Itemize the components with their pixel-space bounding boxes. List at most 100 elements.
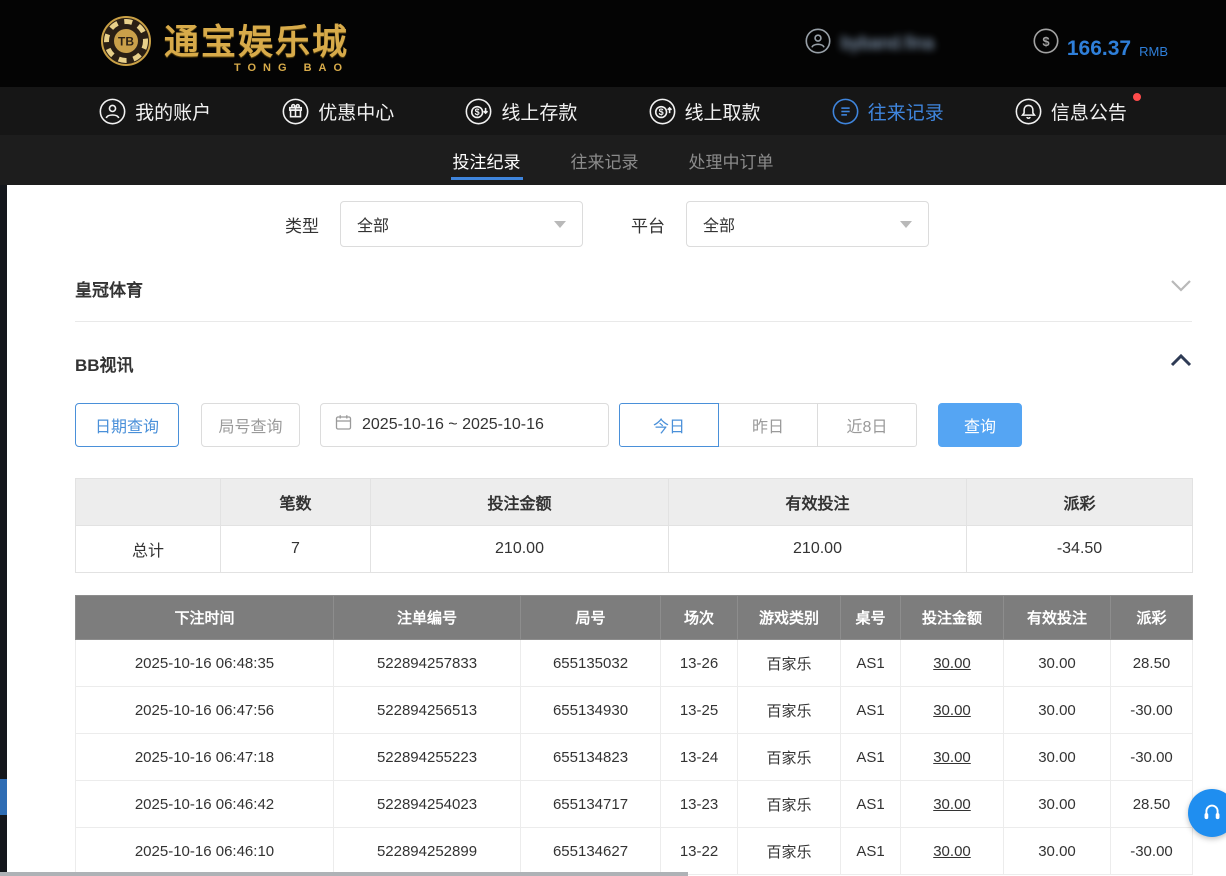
yesterday-button[interactable]: 昨日 (718, 403, 818, 447)
bet-amount-link[interactable]: 30.00 (901, 687, 1004, 734)
bet-amount-link[interactable]: 30.00 (901, 781, 1004, 828)
nav-item-withdraw[interactable]: $ 线上取款 (649, 98, 761, 125)
nav-label: 优惠中心 (318, 98, 394, 125)
deposit-icon: $ (465, 98, 492, 125)
balance[interactable]: $ 166.37 RMB (1033, 28, 1168, 59)
game-type-cell: 百家乐 (738, 734, 841, 781)
payout-cell: 28.50 (1111, 781, 1193, 828)
table-no-cell: AS1 (841, 828, 901, 875)
table-row: 2025-10-16 06:47:56 522894256513 6551349… (76, 687, 1193, 734)
sub-nav: 投注纪录 往来记录 处理中订单 (0, 135, 1226, 185)
nav-item-records[interactable]: 往来记录 (832, 98, 944, 125)
table-no-cell: AS1 (841, 687, 901, 734)
game-type-cell: 百家乐 (738, 781, 841, 828)
summary-count: 7 (221, 526, 371, 573)
table-row: 2025-10-16 06:48:35 522894257833 6551350… (76, 640, 1193, 687)
nav-label: 线上存款 (501, 98, 577, 125)
round-no-cell: 655134627 (521, 828, 661, 875)
summary-payout: -34.50 (967, 526, 1193, 573)
summary-table: 笔数 投注金额 有效投注 派彩 总计 7 210.00 210.00 -34.5… (75, 478, 1193, 573)
nav-item-announcements[interactable]: 信息公告 (1015, 98, 1127, 125)
table-no-cell: AS1 (841, 640, 901, 687)
summary-header-valid-bet: 有效投注 (669, 479, 967, 526)
header-payout: 派彩 (1111, 596, 1193, 640)
svg-text:$: $ (1042, 34, 1050, 49)
platform-filter-label: 平台 (631, 212, 665, 237)
chevron-down-icon[interactable] (1170, 279, 1192, 297)
svg-text:$: $ (658, 107, 663, 117)
game-type-cell: 百家乐 (738, 640, 841, 687)
bet-time-cell: 2025-10-16 06:48:35 (76, 640, 334, 687)
platform-select[interactable]: 全部 (686, 201, 929, 247)
header-session: 场次 (661, 596, 738, 640)
username: byband.fina (841, 33, 973, 54)
game-type-cell: 百家乐 (738, 828, 841, 875)
section-crown-sports[interactable]: 皇冠体育 (75, 267, 1192, 309)
desktop-edge (0, 185, 7, 876)
table-row: 2025-10-16 06:46:42 522894254023 6551347… (76, 781, 1193, 828)
bet-amount-link[interactable]: 30.00 (901, 734, 1004, 781)
nav-item-deposit[interactable]: $ 线上存款 (465, 98, 577, 125)
nav-item-my-account[interactable]: 我的账户 (99, 98, 211, 125)
bet-amount-link[interactable]: 30.00 (901, 640, 1004, 687)
search-button[interactable]: 查询 (938, 403, 1022, 447)
header-game-type: 游戏类别 (738, 596, 841, 640)
bell-icon (1015, 98, 1042, 125)
bet-time-cell: 2025-10-16 06:46:10 (76, 828, 334, 875)
user-icon (99, 98, 126, 125)
round-no-cell: 655135032 (521, 640, 661, 687)
detail-table: 下注时间 注单编号 局号 场次 游戏类别 桌号 投注金额 有效投注 派彩 202… (75, 595, 1193, 875)
type-select[interactable]: 全部 (340, 201, 583, 247)
date-range-input[interactable]: 2025-10-16 ~ 2025-10-16 (320, 403, 609, 447)
round-query-button[interactable]: 局号查询 (201, 403, 300, 447)
headset-icon (1198, 799, 1226, 827)
user-account[interactable]: byband.fina (805, 28, 973, 59)
bet-no-cell: 522894257833 (334, 640, 521, 687)
valid-bet-cell: 30.00 (1004, 640, 1111, 687)
chevron-up-icon[interactable] (1170, 354, 1192, 372)
section-bb-video[interactable]: BB视讯 (75, 342, 1192, 384)
dollar-coin-icon: $ (1033, 28, 1059, 59)
nav-item-promotions[interactable]: 优惠中心 (282, 98, 394, 125)
filter-row: 类型 全部 平台 全部 (285, 201, 1192, 247)
section-title: 皇冠体育 (75, 276, 143, 301)
brand-logo[interactable]: TB 通宝娱乐城 TONG BAO (100, 14, 349, 74)
section-title: BB视讯 (75, 351, 134, 376)
bet-time-cell: 2025-10-16 06:47:56 (76, 687, 334, 734)
tab-betting-records[interactable]: 投注纪录 (451, 135, 523, 185)
bet-amount-link[interactable]: 30.00 (901, 828, 1004, 875)
date-query-button[interactable]: 日期查询 (75, 403, 179, 447)
tab-processing-orders[interactable]: 处理中订单 (687, 135, 776, 185)
platform-select-value: 全部 (703, 212, 735, 236)
tab-transaction-records[interactable]: 往来记录 (569, 135, 641, 185)
withdraw-icon: $ (649, 98, 676, 125)
balance-amount: 166.37 (1067, 38, 1131, 59)
table-no-cell: AS1 (841, 734, 901, 781)
notification-dot (1133, 93, 1141, 101)
summary-bet-amount: 210.00 (371, 526, 669, 573)
session-cell: 13-22 (661, 828, 738, 875)
chevron-down-icon (554, 221, 566, 228)
main-content: 类型 全部 平台 全部 皇冠体育 BB视讯 日期查询 局号查询 (0, 201, 1226, 875)
today-button[interactable]: 今日 (619, 403, 719, 447)
brand-text: 通宝娱乐城 TONG BAO (164, 14, 349, 74)
header-bet-no: 注单编号 (334, 596, 521, 640)
balance-currency: RMB (1139, 45, 1168, 59)
query-bar: 日期查询 局号查询 2025-10-16 ~ 2025-10-16 今日 昨日 … (75, 403, 1192, 447)
valid-bet-cell: 30.00 (1004, 828, 1111, 875)
user-avatar-icon (805, 28, 831, 59)
horizontal-scrollbar[interactable] (0, 872, 688, 876)
payout-cell: -30.00 (1111, 828, 1193, 875)
round-no-cell: 655134930 (521, 687, 661, 734)
svg-text:TB: TB (118, 35, 134, 49)
summary-valid-bet: 210.00 (669, 526, 967, 573)
table-no-cell: AS1 (841, 781, 901, 828)
session-cell: 13-25 (661, 687, 738, 734)
header-bet-amount: 投注金额 (901, 596, 1004, 640)
last-8-days-button[interactable]: 近8日 (817, 403, 917, 447)
type-select-value: 全部 (357, 212, 389, 236)
valid-bet-cell: 30.00 (1004, 687, 1111, 734)
date-range-value: 2025-10-16 ~ 2025-10-16 (362, 416, 544, 434)
round-no-cell: 655134717 (521, 781, 661, 828)
brand-name: 通宝娱乐城 (164, 14, 349, 65)
